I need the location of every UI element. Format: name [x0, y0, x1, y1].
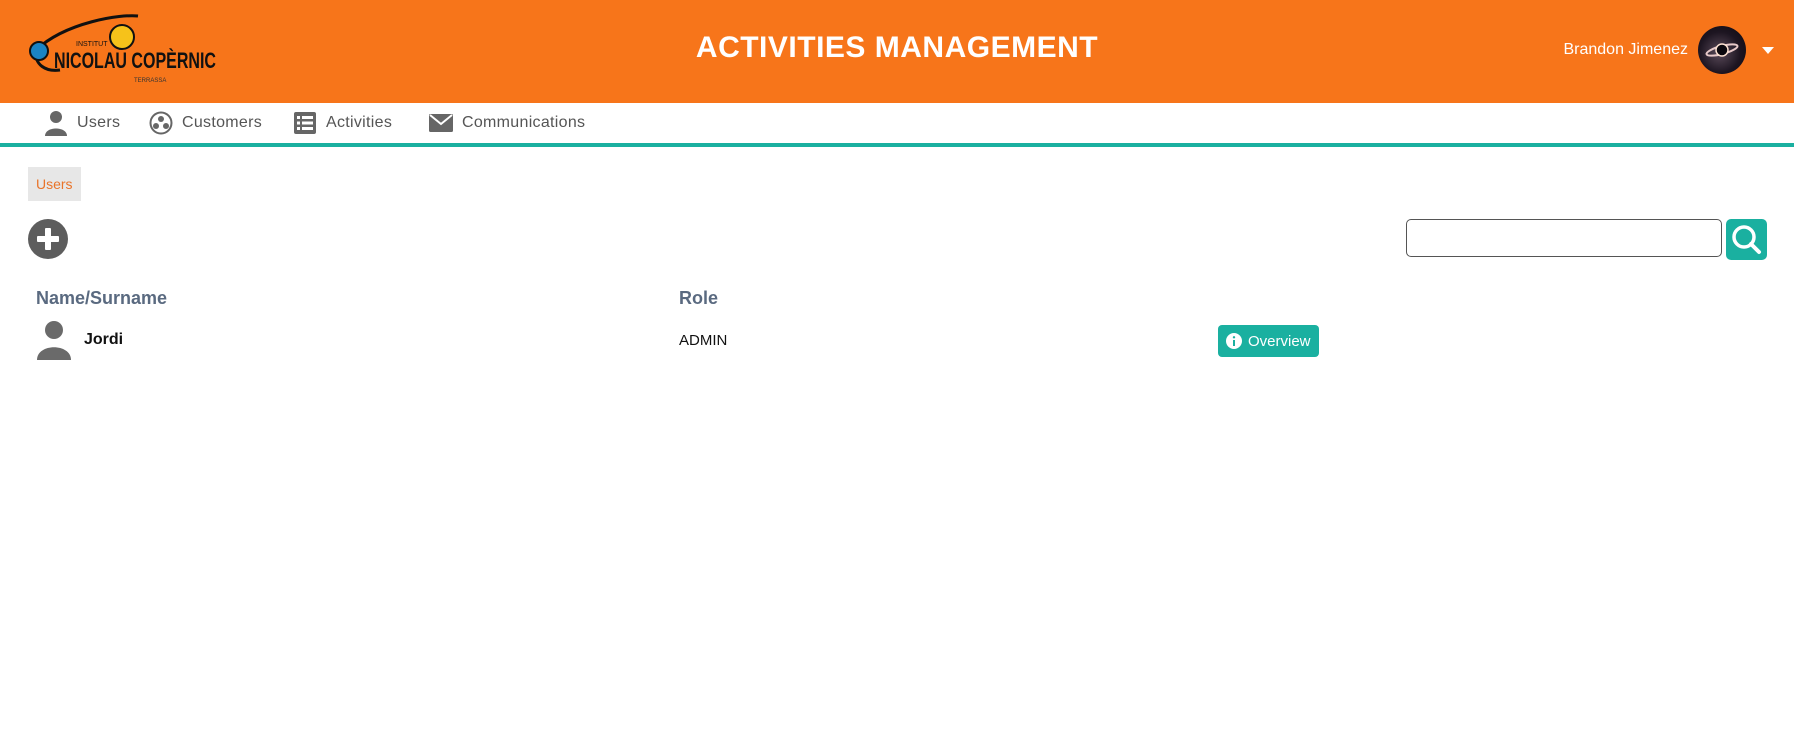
svg-text:NICOLAU COPÈRNIC: NICOLAU COPÈRNIC: [54, 48, 216, 73]
breadcrumb[interactable]: Users: [28, 167, 81, 201]
user-role-cell: ADMIN: [679, 332, 728, 349]
svg-text:TERRASSA: TERRASSA: [134, 78, 166, 84]
nav-label-customers: Customers: [182, 114, 263, 131]
page-title: ACTIVITIES MANAGEMENT: [695, 31, 1099, 64]
info-icon: [1226, 333, 1242, 349]
user-icon: [45, 111, 67, 136]
nav-item-users[interactable]: Users: [44, 109, 120, 137]
search-button[interactable]: [1726, 219, 1767, 260]
column-header-name: Name/Surname: [36, 288, 168, 308]
envelope-icon: [429, 114, 453, 132]
nav-label-users: Users: [77, 114, 121, 131]
nav-item-customers[interactable]: Customers: [149, 109, 262, 137]
school-logo[interactable]: INSTITUT NICOLAU COPÈRNIC TERRASSA: [26, 10, 222, 88]
avatar[interactable]: [1698, 26, 1746, 74]
customers-icon: [149, 111, 173, 135]
list-icon: [294, 112, 316, 134]
galaxy-icon: [1705, 43, 1739, 57]
user-name-cell: Jordi: [84, 331, 124, 348]
search-icon: [1732, 225, 1761, 254]
overview-label: Overview: [1248, 332, 1311, 350]
user-menu[interactable]: Brandon Jimenez: [1563, 25, 1774, 75]
user-avatar-icon: [37, 321, 71, 360]
top-header: INSTITUT NICOLAU COPÈRNIC TERRASSA ACTIV…: [0, 0, 1794, 103]
nav-label-communications: Communications: [462, 114, 586, 131]
add-user-button[interactable]: [28, 219, 68, 259]
nav-label-activities: Activities: [326, 114, 393, 131]
column-header-role: Role: [679, 288, 719, 308]
search-input[interactable]: [1406, 219, 1722, 257]
nav-item-activities[interactable]: Activities: [293, 109, 392, 137]
user-name: Brandon Jimenez: [1563, 41, 1688, 58]
breadcrumb-item-users[interactable]: Users: [36, 176, 73, 192]
main-nav: Users Customers Activities Communication…: [0, 103, 1794, 147]
overview-button[interactable]: Overview: [1218, 325, 1319, 357]
chevron-down-icon[interactable]: [1762, 46, 1774, 54]
svg-text:INSTITUT: INSTITUT: [76, 41, 108, 48]
plus-icon: [37, 228, 59, 250]
nav-item-communications[interactable]: Communications: [429, 109, 585, 137]
